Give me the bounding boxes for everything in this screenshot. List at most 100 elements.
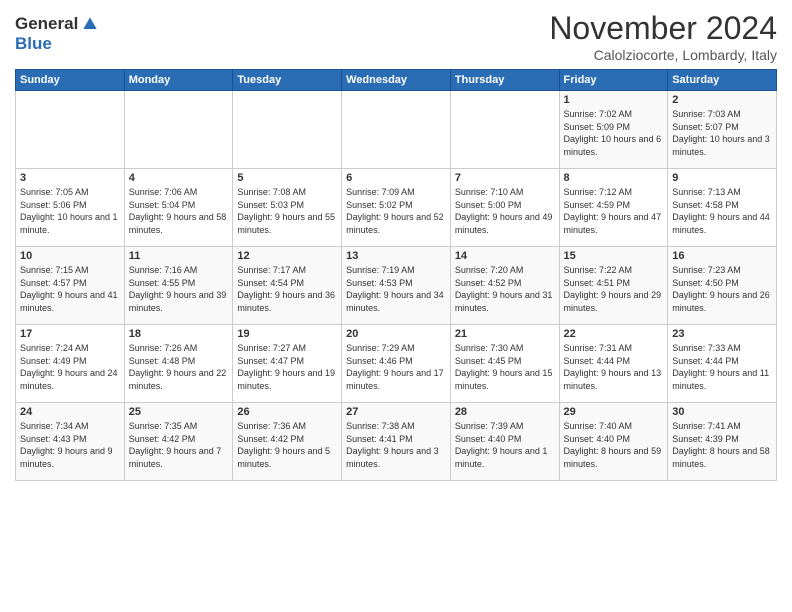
calendar-cell xyxy=(342,91,451,169)
day-number: 17 xyxy=(20,328,120,340)
day-number: 26 xyxy=(237,406,337,418)
calendar-cell: 21 Sunrise: 7:30 AM Sunset: 4:45 PM Dayli… xyxy=(450,325,559,403)
day-info: Sunrise: 7:38 AM Sunset: 4:41 PM Dayligh… xyxy=(346,420,446,470)
day-number: 21 xyxy=(455,328,555,340)
week-row-2: 3Sunrise: 7:05 AM Sunset: 5:06 PM Daylig… xyxy=(16,169,777,247)
day-number: 8 xyxy=(564,172,664,184)
calendar-cell: 27 Sunrise: 7:38 AM Sunset: 4:41 PM Dayli… xyxy=(342,403,451,481)
calendar-cell: 13 Sunrise: 7:19 AM Sunset: 4:53 PM Dayli… xyxy=(342,247,451,325)
calendar-cell: 4 Sunrise: 7:06 AM Sunset: 5:04 PM Daylig… xyxy=(124,169,233,247)
location: Calolziocorte, Lombardy, Italy xyxy=(549,47,777,63)
day-info: Sunrise: 7:03 AM Sunset: 5:07 PM Dayligh… xyxy=(672,108,772,158)
week-row-1: 1 Sunrise: 7:02 AM Sunset: 5:09 PM Daylig… xyxy=(16,91,777,169)
day-info: Sunrise: 7:19 AM Sunset: 4:53 PM Dayligh… xyxy=(346,264,446,314)
day-info: Sunrise: 7:17 AM Sunset: 4:54 PM Dayligh… xyxy=(237,264,337,314)
day-number: 29 xyxy=(564,406,664,418)
day-info: Sunrise: 7:29 AM Sunset: 4:46 PM Dayligh… xyxy=(346,342,446,392)
logo-icon xyxy=(80,14,100,34)
calendar-cell: 17Sunrise: 7:24 AM Sunset: 4:49 PM Dayli… xyxy=(16,325,125,403)
calendar-cell: 18 Sunrise: 7:26 AM Sunset: 4:48 PM Dayli… xyxy=(124,325,233,403)
calendar-cell: 12 Sunrise: 7:17 AM Sunset: 4:54 PM Dayli… xyxy=(233,247,342,325)
day-header-thursday: Thursday xyxy=(450,70,559,91)
day-number: 9 xyxy=(672,172,772,184)
day-number: 19 xyxy=(237,328,337,340)
day-number: 25 xyxy=(129,406,229,418)
day-number: 3 xyxy=(20,172,120,184)
day-number: 28 xyxy=(455,406,555,418)
day-number: 14 xyxy=(455,250,555,262)
logo-general: General xyxy=(15,14,78,34)
day-info: Sunrise: 7:22 AM Sunset: 4:51 PM Dayligh… xyxy=(564,264,664,314)
day-info: Sunrise: 7:26 AM Sunset: 4:48 PM Dayligh… xyxy=(129,342,229,392)
day-info: Sunrise: 7:15 AM Sunset: 4:57 PM Dayligh… xyxy=(20,264,120,314)
calendar-table: SundayMondayTuesdayWednesdayThursdayFrid… xyxy=(15,69,777,481)
calendar-cell xyxy=(450,91,559,169)
day-info: Sunrise: 7:39 AM Sunset: 4:40 PM Dayligh… xyxy=(455,420,555,470)
day-info: Sunrise: 7:40 AM Sunset: 4:40 PM Dayligh… xyxy=(564,420,664,470)
day-number: 12 xyxy=(237,250,337,262)
day-info: Sunrise: 7:06 AM Sunset: 5:04 PM Dayligh… xyxy=(129,186,229,236)
days-header-row: SundayMondayTuesdayWednesdayThursdayFrid… xyxy=(16,70,777,91)
day-number: 18 xyxy=(129,328,229,340)
calendar-cell: 15 Sunrise: 7:22 AM Sunset: 4:51 PM Dayli… xyxy=(559,247,668,325)
day-info: Sunrise: 7:33 AM Sunset: 4:44 PM Dayligh… xyxy=(672,342,772,392)
month-title: November 2024 xyxy=(549,10,777,47)
calendar-cell: 5 Sunrise: 7:08 AM Sunset: 5:03 PM Daylig… xyxy=(233,169,342,247)
calendar-cell: 22 Sunrise: 7:31 AM Sunset: 4:44 PM Dayli… xyxy=(559,325,668,403)
calendar-cell: 23 Sunrise: 7:33 AM Sunset: 4:44 PM Dayli… xyxy=(668,325,777,403)
calendar-cell: 7 Sunrise: 7:10 AM Sunset: 5:00 PM Daylig… xyxy=(450,169,559,247)
day-number: 27 xyxy=(346,406,446,418)
calendar-cell: 26 Sunrise: 7:36 AM Sunset: 4:42 PM Dayli… xyxy=(233,403,342,481)
calendar-cell: 24 Sunrise: 7:34 AM Sunset: 4:43 PM Dayli… xyxy=(16,403,125,481)
calendar-cell: 11Sunrise: 7:16 AM Sunset: 4:55 PM Dayli… xyxy=(124,247,233,325)
day-number: 1 xyxy=(564,94,664,106)
day-info: Sunrise: 7:34 AM Sunset: 4:43 PM Dayligh… xyxy=(20,420,120,470)
calendar-cell: 20 Sunrise: 7:29 AM Sunset: 4:46 PM Dayli… xyxy=(342,325,451,403)
main-container: General Blue November 2024 Calolziocorte… xyxy=(0,0,792,486)
day-info: Sunrise: 7:20 AM Sunset: 4:52 PM Dayligh… xyxy=(455,264,555,314)
day-info: Sunrise: 7:10 AM Sunset: 5:00 PM Dayligh… xyxy=(455,186,555,236)
day-number: 30 xyxy=(672,406,772,418)
calendar-cell: 9 Sunrise: 7:13 AM Sunset: 4:58 PM Daylig… xyxy=(668,169,777,247)
calendar-cell xyxy=(233,91,342,169)
week-row-4: 17Sunrise: 7:24 AM Sunset: 4:49 PM Dayli… xyxy=(16,325,777,403)
day-header-friday: Friday xyxy=(559,70,668,91)
calendar-cell: 10Sunrise: 7:15 AM Sunset: 4:57 PM Dayli… xyxy=(16,247,125,325)
week-row-3: 10Sunrise: 7:15 AM Sunset: 4:57 PM Dayli… xyxy=(16,247,777,325)
calendar-cell: 19 Sunrise: 7:27 AM Sunset: 4:47 PM Dayli… xyxy=(233,325,342,403)
day-number: 22 xyxy=(564,328,664,340)
calendar-cell: 16Sunrise: 7:23 AM Sunset: 4:50 PM Dayli… xyxy=(668,247,777,325)
day-header-tuesday: Tuesday xyxy=(233,70,342,91)
calendar-cell: 28 Sunrise: 7:39 AM Sunset: 4:40 PM Dayli… xyxy=(450,403,559,481)
day-number: 13 xyxy=(346,250,446,262)
calendar-cell: 8Sunrise: 7:12 AM Sunset: 4:59 PM Daylig… xyxy=(559,169,668,247)
day-number: 7 xyxy=(455,172,555,184)
day-number: 2 xyxy=(672,94,772,106)
day-info: Sunrise: 7:41 AM Sunset: 4:39 PM Dayligh… xyxy=(672,420,772,470)
day-number: 23 xyxy=(672,328,772,340)
day-header-wednesday: Wednesday xyxy=(342,70,451,91)
day-info: Sunrise: 7:27 AM Sunset: 4:47 PM Dayligh… xyxy=(237,342,337,392)
calendar-cell: 2 Sunrise: 7:03 AM Sunset: 5:07 PM Daylig… xyxy=(668,91,777,169)
day-info: Sunrise: 7:36 AM Sunset: 4:42 PM Dayligh… xyxy=(237,420,337,470)
calendar-cell: 29 Sunrise: 7:40 AM Sunset: 4:40 PM Dayli… xyxy=(559,403,668,481)
day-header-sunday: Sunday xyxy=(16,70,125,91)
calendar-cell xyxy=(16,91,125,169)
calendar-cell: 6 Sunrise: 7:09 AM Sunset: 5:02 PM Daylig… xyxy=(342,169,451,247)
day-info: Sunrise: 7:31 AM Sunset: 4:44 PM Dayligh… xyxy=(564,342,664,392)
day-info: Sunrise: 7:30 AM Sunset: 4:45 PM Dayligh… xyxy=(455,342,555,392)
title-area: November 2024 Calolziocorte, Lombardy, I… xyxy=(549,10,777,63)
day-number: 4 xyxy=(129,172,229,184)
day-info: Sunrise: 7:02 AM Sunset: 5:09 PM Dayligh… xyxy=(564,108,664,158)
day-number: 20 xyxy=(346,328,446,340)
day-info: Sunrise: 7:08 AM Sunset: 5:03 PM Dayligh… xyxy=(237,186,337,236)
day-number: 6 xyxy=(346,172,446,184)
day-number: 24 xyxy=(20,406,120,418)
calendar-cell xyxy=(124,91,233,169)
logo-blue: Blue xyxy=(15,34,52,53)
day-info: Sunrise: 7:13 AM Sunset: 4:58 PM Dayligh… xyxy=(672,186,772,236)
day-info: Sunrise: 7:35 AM Sunset: 4:42 PM Dayligh… xyxy=(129,420,229,470)
day-number: 15 xyxy=(564,250,664,262)
day-info: Sunrise: 7:09 AM Sunset: 5:02 PM Dayligh… xyxy=(346,186,446,236)
day-number: 5 xyxy=(237,172,337,184)
